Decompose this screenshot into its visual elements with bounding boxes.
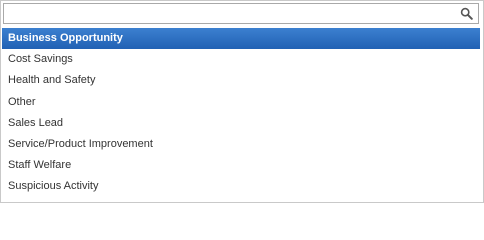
search-box	[3, 3, 479, 24]
option-other[interactable]: Other	[2, 92, 480, 113]
option-suspicious-activity[interactable]: Suspicious Activity	[2, 176, 480, 197]
search-input[interactable]	[4, 4, 456, 23]
dropdown-panel: Business Opportunity Cost Savings Health…	[0, 0, 484, 203]
option-cost-savings[interactable]: Cost Savings	[2, 49, 480, 70]
option-sales-lead[interactable]: Sales Lead	[2, 113, 480, 134]
option-staff-welfare[interactable]: Staff Welfare	[2, 155, 480, 176]
option-health-and-safety[interactable]: Health and Safety	[2, 70, 480, 91]
option-business-opportunity[interactable]: Business Opportunity	[2, 28, 480, 50]
options-list: Business Opportunity Cost Savings Health…	[2, 28, 480, 198]
search-icon[interactable]	[460, 7, 473, 20]
option-service-product-improvement[interactable]: Service/Product Improvement	[2, 134, 480, 155]
